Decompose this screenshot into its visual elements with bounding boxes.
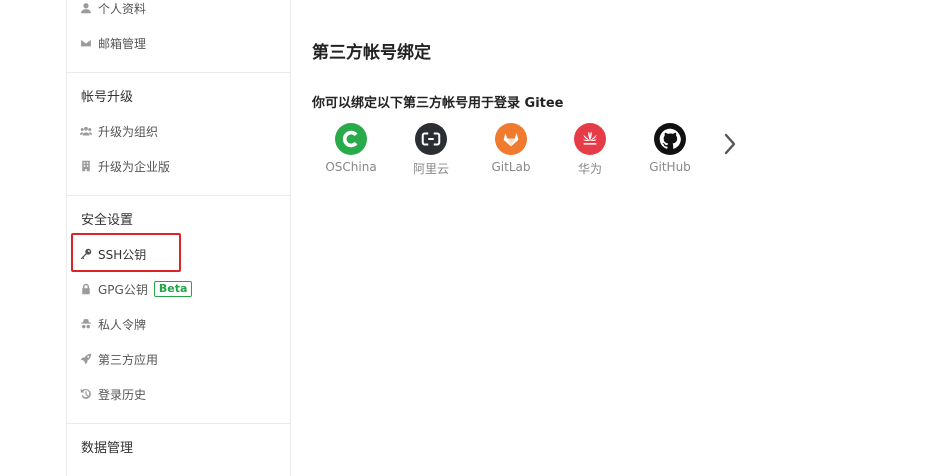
sidebar-item-gpg-keys[interactable]: GPG公钥 Beta	[79, 279, 193, 299]
sidebar-divider	[67, 195, 291, 196]
sidebar-divider	[67, 72, 291, 73]
sidebar-item-third-party-apps[interactable]: 第三方应用	[79, 349, 158, 369]
oschina-icon	[335, 123, 367, 155]
sidebar-item-upgrade-enterprise[interactable]: 升级为企业版	[79, 156, 170, 176]
beta-badge: Beta	[153, 281, 193, 297]
sidebar-item-label: 个人资料	[98, 1, 147, 16]
chevron-right-icon	[724, 133, 736, 155]
envelope-icon	[79, 37, 92, 50]
users-icon	[79, 125, 92, 138]
sidebar-item-label: 私人令牌	[98, 317, 147, 332]
github-icon	[654, 123, 686, 155]
sidebar-heading-security: 安全设置	[81, 213, 134, 228]
provider-name: OSChina	[325, 160, 377, 174]
provider-name: GitHub	[649, 160, 691, 174]
highlight-box	[71, 233, 181, 272]
next-providers-button[interactable]	[720, 131, 740, 157]
provider-name: 阿里云	[412, 162, 449, 176]
huawei-icon	[574, 123, 606, 155]
incognito-icon	[79, 318, 92, 331]
provider-name: GitLab	[491, 160, 531, 174]
provider-name: 华为	[577, 162, 602, 176]
sidebar-heading-upgrade: 帐号升级	[81, 90, 134, 105]
lock-icon	[79, 283, 92, 296]
rocket-icon	[79, 353, 92, 366]
bind-instructions: 你可以绑定以下第三方帐号用于登录 Gitee	[312, 96, 564, 111]
sidebar-item-profile[interactable]: 个人资料	[79, 0, 146, 18]
sidebar-item-login-history[interactable]: 登录历史	[79, 384, 146, 404]
provider-gitlab[interactable]: GitLab	[476, 123, 546, 174]
sidebar-item-label: 邮箱管理	[98, 36, 147, 51]
user-icon	[79, 2, 92, 15]
provider-oschina[interactable]: OSChina	[316, 123, 386, 174]
aliyun-icon	[415, 123, 447, 155]
page-title: 第三方帐号绑定	[312, 43, 431, 63]
provider-github[interactable]: GitHub	[635, 123, 705, 174]
sidebar-divider	[67, 423, 291, 424]
sidebar-item-label: 升级为组织	[98, 124, 159, 139]
sidebar-item-private-token[interactable]: 私人令牌	[79, 314, 146, 334]
building-icon	[79, 160, 92, 173]
provider-huawei[interactable]: 华为	[555, 123, 625, 177]
provider-aliyun[interactable]: 阿里云	[396, 123, 466, 177]
sidebar-item-upgrade-org[interactable]: 升级为组织	[79, 121, 158, 141]
sidebar-item-label: 第三方应用	[98, 352, 159, 367]
sidebar-item-label: 登录历史	[98, 387, 147, 402]
sidebar-item-label: 升级为企业版	[98, 159, 171, 174]
gitlab-icon	[495, 123, 527, 155]
sidebar-item-label: GPG公钥	[98, 282, 148, 297]
history-icon	[79, 388, 92, 401]
sidebar-heading-data: 数据管理	[81, 441, 134, 456]
sidebar-item-email[interactable]: 邮箱管理	[79, 33, 146, 53]
